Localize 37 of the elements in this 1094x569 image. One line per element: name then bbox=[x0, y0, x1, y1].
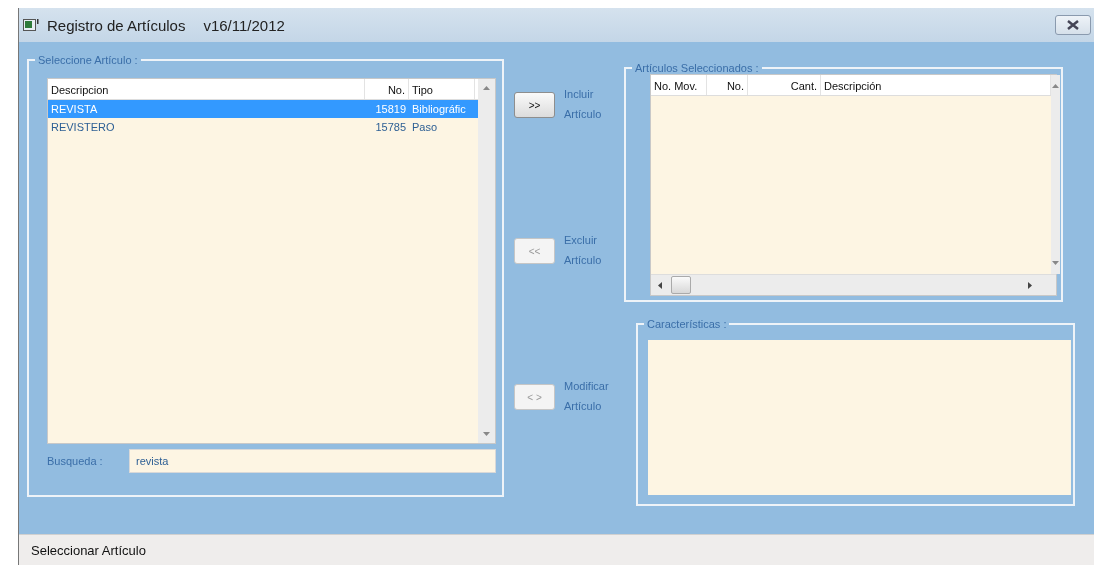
column-header[interactable]: Tipo bbox=[409, 79, 475, 99]
scroll-up-icon bbox=[1051, 83, 1060, 89]
version-label: v16/11/2012 bbox=[203, 16, 285, 34]
list-cell-text: 15785 bbox=[374, 121, 407, 133]
list-cell-text: Bibliográfic bbox=[411, 103, 467, 115]
group-legend: Características : bbox=[644, 318, 730, 330]
column-header[interactable]: Descripcion bbox=[48, 79, 365, 99]
action-button[interactable]: >> bbox=[514, 92, 555, 118]
scroll-left-icon bbox=[657, 280, 663, 290]
close-icon bbox=[1066, 20, 1080, 30]
list-row[interactable]: REVISTERO 15785 Paso bbox=[48, 118, 478, 136]
close-button[interactable] bbox=[1055, 15, 1091, 35]
column-header[interactable]: No. Mov. bbox=[651, 75, 707, 95]
list-cell-text: Paso bbox=[411, 121, 439, 133]
status-text: Seleccionar Artículo bbox=[31, 542, 146, 558]
group-legend: Seleccione Artículo : bbox=[35, 54, 141, 66]
scroll-right-icon bbox=[1027, 280, 1033, 290]
scroll-down-icon bbox=[1051, 260, 1060, 266]
scroll-down-icon bbox=[482, 431, 491, 437]
list-cell-text: 15819 bbox=[374, 103, 407, 115]
search-label: Busqueda : bbox=[47, 455, 104, 467]
vertical-scrollbar[interactable] bbox=[1051, 75, 1060, 274]
column-header[interactable]: Cant. bbox=[748, 75, 821, 95]
column-header[interactable]: No. bbox=[365, 79, 409, 99]
action-label: Excluir Artículo bbox=[564, 233, 602, 268]
window-title: Registro de Artículos bbox=[47, 16, 186, 34]
action-label: Incluir Artículo bbox=[564, 87, 602, 122]
list-cell-text: REVISTERO bbox=[50, 121, 116, 133]
column-header[interactable]: No. bbox=[707, 75, 748, 95]
app-icon bbox=[23, 18, 39, 32]
list-cell-text: REVISTA bbox=[50, 103, 99, 115]
action-label: Modificar Artículo bbox=[564, 379, 609, 414]
group-legend: Artículos Seleccionados : bbox=[632, 62, 762, 74]
scroll-thumb[interactable] bbox=[671, 276, 691, 294]
scroll-up-icon bbox=[482, 85, 491, 91]
vertical-scrollbar[interactable] bbox=[478, 79, 495, 443]
search-field[interactable]: revista bbox=[129, 449, 496, 473]
